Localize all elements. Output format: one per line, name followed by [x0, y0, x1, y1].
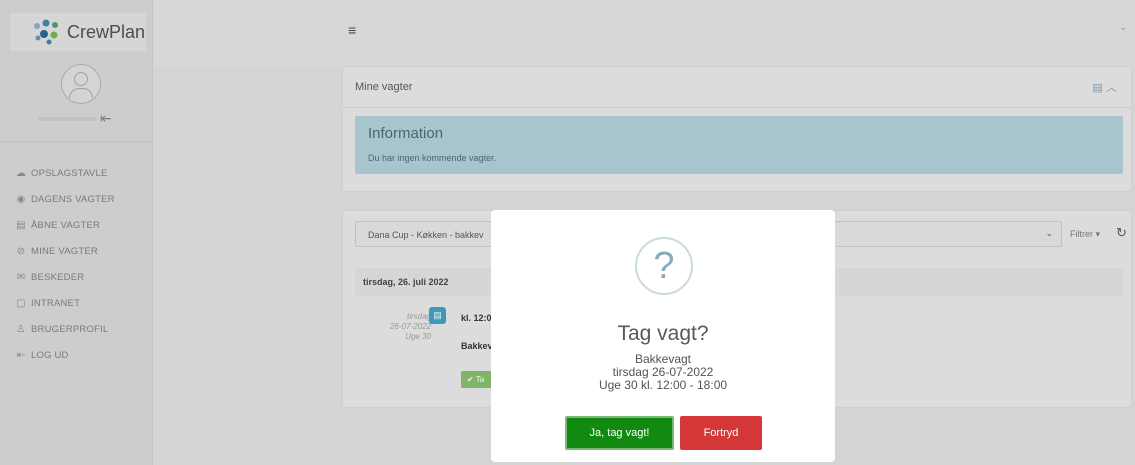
logout-icon: ⇤ — [16, 349, 26, 361]
user-icon: ♙ — [16, 323, 26, 335]
sidebar-item-label: INTRANET — [31, 297, 81, 309]
timeline-week: Uge 30 — [405, 332, 431, 341]
avatar-head-icon — [74, 72, 88, 86]
chevron-down-icon: ⌄ — [1045, 228, 1053, 238]
my-shifts-card: Mine vagter ▤ ︿ Information Du har ingen… — [342, 66, 1132, 192]
cancel-button[interactable]: Fortryd — [680, 416, 762, 450]
envelope-icon: ✉ — [16, 271, 26, 283]
dialog-title: Tag vagt? — [617, 322, 709, 345]
dialog-details: Bakkevagt tirsdag 26-07-2022 Uge 30 kl. … — [491, 353, 835, 392]
sidebar-nav: ☁ OPSLAGSTAVLE ◉ DAGENS VAGTER ▤ ÅBNE VA… — [14, 160, 115, 368]
logout-icon[interactable]: ⇤ — [100, 110, 112, 127]
sidebar-item-brugerprofil[interactable]: ♙ BRUGERPROFIL — [14, 316, 115, 342]
chevron-down-icon[interactable]: ⌄ — [1119, 22, 1127, 33]
logo-text: CrewPlan — [67, 22, 146, 42]
sidebar-item-label: BESKEDER — [31, 271, 85, 283]
sidebar-item-beskeder[interactable]: ✉ BESKEDER — [14, 264, 115, 290]
timeline-date-value: 26-07-2022 — [390, 322, 431, 331]
sidebar-item-label: LOG UD — [31, 349, 69, 361]
logo[interactable]: CrewPlan — [10, 13, 146, 51]
filter-button[interactable]: Filtrer ▾ — [1070, 229, 1100, 240]
sidebar-item-opslagstavle[interactable]: ☁ OPSLAGSTAVLE — [14, 160, 115, 186]
calendar-icon: ▤ — [429, 307, 446, 324]
info-title: Information — [368, 125, 444, 142]
calendar-icon[interactable]: ▤ — [1093, 82, 1103, 94]
sidebar-divider — [0, 141, 152, 142]
sidebar-item-intranet[interactable]: ▢ INTRANET — [14, 290, 115, 316]
confirm-dialog: ? Tag vagt? Bakkevagt tirsdag 26-07-2022… — [491, 210, 835, 462]
sidebar-item-label: DAGENS VAGTER — [31, 193, 115, 205]
info-text: Du har ingen kommende vagter. — [368, 153, 497, 163]
avatar[interactable] — [61, 64, 101, 104]
collapse-controls[interactable]: ▤ ︿ — [1093, 79, 1117, 95]
timeline-day: tirsdag — [406, 312, 431, 321]
sidebar-item-log-ud[interactable]: ⇤ LOG UD — [14, 342, 115, 368]
user-name-placeholder — [38, 117, 96, 121]
check-circle-icon: ⊘ — [16, 245, 26, 257]
chat-icon: ☁ — [15, 167, 27, 179]
date-header-label: tirsdag, 26. juli 2022 — [363, 277, 449, 287]
info-alert: Information Du har ingen kommende vagter… — [355, 116, 1123, 174]
top-bar: ≡ ⌄ — [154, 0, 1135, 67]
timeline-date: tirsdag 26-07-2022 Uge 30 — [373, 312, 431, 342]
filter-select-value: Dana Cup - Køkken - bakkev — [368, 230, 484, 240]
sidebar-item-mine-vagter[interactable]: ⊘ MINE VAGTER — [14, 238, 115, 264]
crewplan-logo-icon — [34, 19, 58, 45]
chevron-up-icon[interactable]: ︿ — [1106, 82, 1117, 94]
card-title: Mine vagter — [355, 81, 413, 93]
card-divider — [343, 107, 1131, 108]
sidebar-item-label: ÅBNE VAGTER — [31, 219, 101, 231]
shift-time: kl. 12:0 — [461, 313, 492, 323]
sidebar-item-label: OPSLAGSTAVLE — [31, 167, 108, 179]
question-icon: ? — [635, 237, 693, 295]
dialog-buttons: Ja, tag vagt! Fortryd — [565, 416, 762, 450]
sidebar-item-dagens-vagter[interactable]: ◉ DAGENS VAGTER — [14, 186, 115, 212]
sidebar-item-label: BRUGERPROFIL — [31, 323, 109, 335]
sidebar-item-aabne-vagter[interactable]: ▤ ÅBNE VAGTER — [14, 212, 115, 238]
location-pin-icon: ◉ — [16, 193, 26, 205]
confirm-button[interactable]: Ja, tag vagt! — [565, 416, 674, 450]
sidebar: CrewPlan ⇤ ☁ OPSLAGSTAVLE ◉ DAGENS VAGTE… — [0, 0, 153, 465]
sidebar-item-label: MINE VAGTER — [31, 245, 98, 257]
dialog-shift-time: Uge 30 kl. 12:00 - 18:00 — [598, 378, 728, 392]
avatar-body-icon — [69, 88, 93, 98]
filter-button-label: Filtrer — [1070, 229, 1093, 239]
refresh-icon[interactable]: ↻ — [1116, 225, 1127, 241]
shift-name: Bakkev — [461, 341, 493, 351]
hamburger-menu-icon[interactable]: ≡ — [348, 22, 356, 38]
take-shift-label: Ta — [475, 375, 485, 384]
book-icon: ▢ — [16, 297, 26, 309]
calendar-icon: ▤ — [16, 219, 26, 231]
